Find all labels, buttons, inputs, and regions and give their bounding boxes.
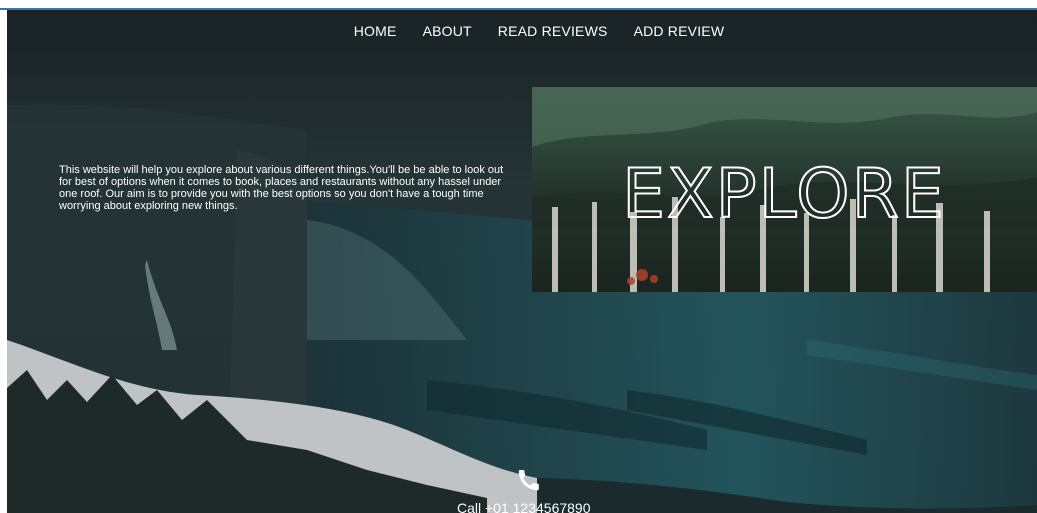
explore-text: EXPLORE (622, 155, 946, 234)
hero-section: HOME ABOUT READ REVIEWS ADD REVIEW This … (7, 10, 1037, 513)
nav-about[interactable]: ABOUT (423, 20, 472, 42)
explore-image: EXPLORE (532, 87, 1037, 292)
phone-icon-svg (518, 470, 539, 491)
nav-home[interactable]: HOME (354, 20, 397, 42)
phone-icon (517, 468, 541, 492)
intro-text: This website will help you explore about… (59, 164, 504, 212)
forest-image: EXPLORE (532, 87, 1037, 292)
footer-call-text: Call +01 1234567890 (457, 500, 591, 513)
nav-add-review[interactable]: ADD REVIEW (634, 20, 725, 42)
page: · · · (0, 0, 1037, 513)
nav-read-reviews[interactable]: READ REVIEWS (498, 20, 608, 42)
main-nav: HOME ABOUT READ REVIEWS ADD REVIEW (7, 20, 1037, 42)
